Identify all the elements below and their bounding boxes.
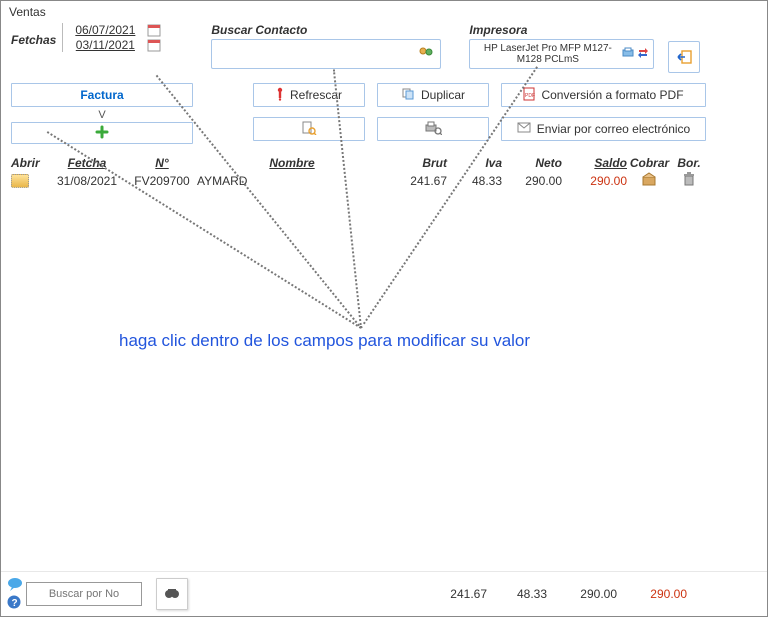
calendar-icon[interactable] — [147, 38, 161, 52]
search-by-no-input[interactable] — [26, 582, 142, 606]
total-iva: 48.33 — [487, 587, 547, 601]
comment-icon[interactable] — [7, 577, 23, 594]
cell-saldo: 290.00 — [562, 174, 627, 188]
email-label: Enviar por correo electrónico — [537, 122, 690, 136]
swap-icon[interactable] — [637, 47, 649, 62]
calendar-icon[interactable] — [147, 23, 161, 37]
grid-header: Abrir Fetcha N° Nombre Brut Iva Neto Sal… — [1, 150, 767, 172]
date-range: 06/07/2021 03/11/2021 — [62, 23, 161, 52]
contact-section: Buscar Contacto — [211, 23, 441, 69]
fetchas-label: Fetchas — [11, 23, 56, 47]
top-row: Fetchas 06/07/2021 03/11/2021 Buscar Con… — [1, 21, 767, 79]
date-from-field[interactable]: 06/07/2021 — [69, 23, 141, 37]
cell-no[interactable]: FV209700 — [127, 174, 197, 188]
cell-neto: 290.00 — [502, 174, 562, 188]
print-preview-button[interactable] — [377, 117, 489, 141]
find-button[interactable] — [156, 578, 188, 610]
pdf-button[interactable]: PDF Conversión a formato PDF — [501, 83, 706, 107]
exclaim-icon — [276, 87, 284, 104]
duplicate-label: Duplicar — [421, 88, 465, 102]
hdr-neto: Neto — [502, 156, 562, 170]
hdr-bor: Bor. — [672, 156, 706, 170]
contact-input[interactable] — [211, 39, 441, 69]
envelope-icon — [517, 122, 531, 136]
cell-nombre[interactable]: AYMARD — [197, 174, 387, 188]
back-button[interactable] — [668, 41, 700, 73]
hdr-cobrar: Cobrar — [627, 156, 672, 170]
email-button[interactable]: Enviar por correo electrónico — [501, 117, 706, 141]
printer-section: Impresora HP LaserJet Pro MFP M127-M128 … — [469, 23, 654, 69]
button-row-1: Factura V Refrescar Duplicar PDF Convers… — [1, 79, 767, 144]
svg-text:?: ? — [12, 598, 18, 609]
annotation-text: haga clic dentro de los campos para modi… — [119, 331, 530, 351]
total-saldo: 290.00 — [617, 587, 687, 601]
doc-search-button[interactable] — [253, 117, 365, 141]
cell-brut: 241.67 — [387, 174, 447, 188]
printer-label: Impresora — [469, 23, 654, 37]
doc-search-icon — [301, 121, 317, 138]
hdr-brut: Brut — [387, 156, 447, 170]
cobrar-icon[interactable] — [627, 172, 672, 189]
pdf-icon: PDF — [523, 87, 535, 104]
hdr-abrir: Abrir — [11, 156, 47, 170]
total-neto: 290.00 — [547, 587, 617, 601]
window-title: Ventas — [1, 1, 767, 21]
refresh-button[interactable]: Refrescar — [253, 83, 365, 107]
factura-label: Factura — [80, 88, 123, 102]
ventas-window: Ventas Fetchas 06/07/2021 03/11/2021 Bus… — [0, 0, 768, 617]
printer-icon — [621, 47, 635, 62]
contact-label: Buscar Contacto — [211, 23, 441, 37]
duplicate-button[interactable]: Duplicar — [377, 83, 489, 107]
plus-icon — [95, 125, 109, 142]
printer-select[interactable]: HP LaserJet Pro MFP M127-M128 PCLmS — [469, 39, 654, 69]
svg-text:PDF: PDF — [525, 93, 535, 99]
printer-name: HP LaserJet Pro MFP M127-M128 PCLmS — [474, 43, 621, 65]
help-icon[interactable]: ? — [7, 595, 21, 612]
total-brut: 241.67 — [427, 587, 487, 601]
hdr-saldo[interactable]: Saldo — [562, 156, 627, 170]
date-to-field[interactable]: 03/11/2021 — [69, 38, 141, 52]
copy-icon — [401, 87, 415, 104]
delete-icon[interactable] — [672, 172, 706, 189]
pdf-label: Conversión a formato PDF — [541, 88, 683, 102]
people-icon — [418, 46, 434, 63]
v-label: V — [98, 109, 105, 121]
add-button[interactable] — [11, 122, 193, 144]
status-bar: ? 241.67 48.33 290.00 290.00 — [1, 571, 767, 616]
printer-search-icon — [424, 121, 442, 138]
hdr-no[interactable]: N° — [127, 156, 197, 170]
open-folder-icon[interactable] — [11, 174, 47, 188]
